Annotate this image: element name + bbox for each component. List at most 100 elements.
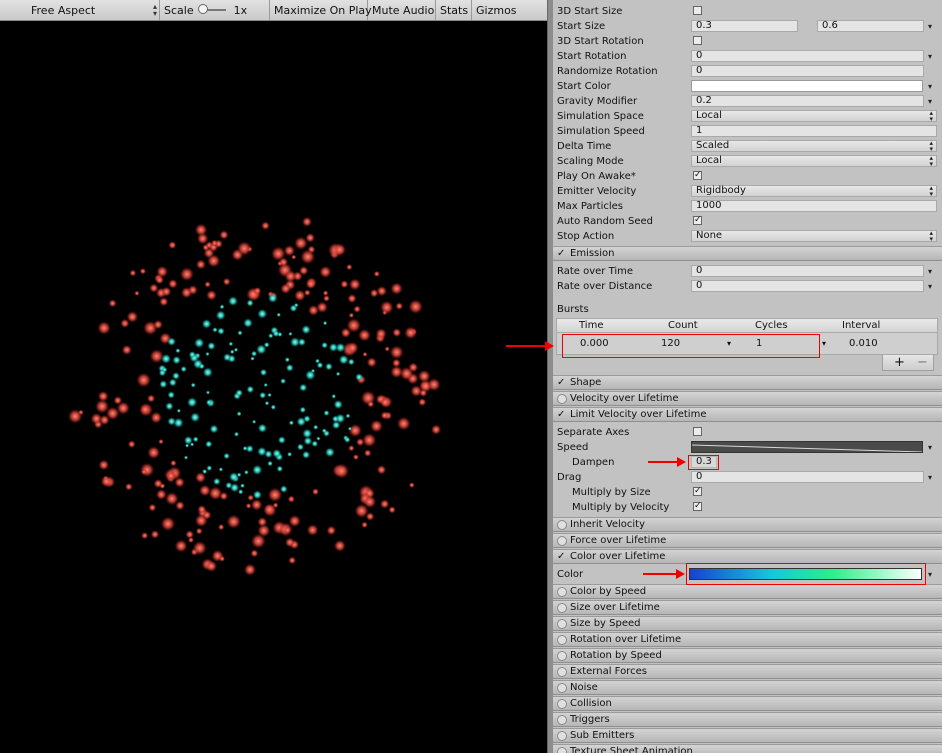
start-color-swatch[interactable] [691,80,923,92]
curve-mode-arrow-icon[interactable]: ▾ [928,264,932,279]
module-disabled-circle-icon[interactable] [557,520,567,530]
red-particle [120,318,130,328]
red-particle [150,530,160,539]
module-disabled-circle-icon[interactable] [557,536,567,546]
start-size-max-field[interactable]: 0.6 [817,20,924,32]
module-disabled-circle-icon[interactable] [557,603,567,613]
module-header-limit-velocity-over-lifetime[interactable]: ✓ Limit Velocity over Lifetime [553,407,942,422]
mute-audio-button[interactable]: Mute Audio [368,0,436,20]
separate-axes-checkbox[interactable] [693,427,702,436]
module-header-sub-emitters[interactable]: Sub Emitters [553,728,942,743]
curve-mode-arrow-icon[interactable]: ▾ [928,49,932,64]
cyan-particle [161,353,172,364]
red-particle [316,301,328,313]
scale-control[interactable]: Scale 1x [160,0,270,20]
rate-over-distance-field[interactable]: 0 [691,280,924,292]
module-disabled-circle-icon[interactable] [557,683,567,693]
module-enabled-check-icon[interactable]: ✓ [557,376,565,389]
module-disabled-circle-icon[interactable] [557,747,567,753]
delta-time-dropdown[interactable]: Scaled ▴ ▾ [691,140,937,153]
module-disabled-circle-icon[interactable] [557,394,567,404]
module-title: Sub Emitters [570,730,635,741]
module-disabled-circle-icon[interactable] [557,651,567,661]
module-disabled-circle-icon[interactable] [557,715,567,725]
start-rotation-3d-checkbox[interactable] [693,36,702,45]
cyan-particle [280,485,288,493]
gizmos-button[interactable]: Gizmos [472,0,518,20]
auto-random-seed-checkbox[interactable]: ✓ [693,216,702,225]
simulation-speed-field[interactable]: 1 [691,125,937,137]
slider-knob[interactable] [197,4,208,14]
start-size-min-field[interactable]: 0.3 [691,20,798,32]
multiply-by-velocity-checkbox[interactable]: ✓ [693,502,702,511]
module-header-triggers[interactable]: Triggers [553,712,942,727]
module-disabled-circle-icon[interactable] [557,731,567,741]
module-title: Shape [570,377,602,388]
module-header-noise[interactable]: Noise [553,680,942,695]
module-header-external-forces[interactable]: External Forces [553,664,942,679]
emitter-velocity-dropdown[interactable]: Rigidbody ▴ ▾ [691,185,937,198]
module-header-rotation-over-lifetime[interactable]: Rotation over Lifetime [553,632,942,647]
module-disabled-circle-icon[interactable] [557,667,567,677]
add-burst-button[interactable]: + [894,355,905,370]
module-header-color-by-speed[interactable]: Color by Speed [553,584,942,599]
module-header-color-over-lifetime[interactable]: ✓ Color over Lifetime [553,549,942,564]
module-header-texture-sheet-animation[interactable]: Texture Sheet Animation [553,744,942,753]
aspect-dropdown[interactable]: Free Aspect ▴ ▾ [0,0,160,20]
red-particle [366,357,377,368]
module-header-force-over-lifetime[interactable]: Force over Lifetime [553,533,942,548]
rate-over-time-field[interactable]: 0 [691,265,924,277]
cyan-particle [190,382,196,388]
module-header-shape[interactable]: ✓ Shape [553,375,942,390]
module-header-rotation-by-speed[interactable]: Rotation by Speed [553,648,942,663]
red-particle [97,321,111,335]
module-disabled-circle-icon[interactable] [557,699,567,709]
red-particle [263,503,276,516]
module-header-emission[interactable]: ✓ Emission [553,246,942,261]
play-on-awake-row: Play On Awake* ✓ [553,169,942,184]
module-enabled-check-icon[interactable]: ✓ [557,247,565,260]
stop-action-dropdown[interactable]: None ▴ ▾ [691,230,937,243]
color-mode-arrow-icon[interactable]: ▾ [928,79,932,94]
curve-mode-arrow-icon[interactable]: ▾ [928,19,932,34]
randomize-rotation-field[interactable]: 0 [691,65,924,77]
burst-interval-field[interactable]: 0.010 [849,333,878,354]
max-particles-field[interactable]: 1000 [691,200,937,212]
play-on-awake-checkbox[interactable]: ✓ [693,171,702,180]
multiply-by-size-checkbox[interactable]: ✓ [693,487,702,496]
drag-field[interactable]: 0 [691,471,924,483]
maximize-on-play-button[interactable]: Maximize On Play [270,0,372,20]
module-header-inherit-velocity[interactable]: Inherit Velocity [553,517,942,532]
module-header-velocity-over-lifetime[interactable]: Velocity over Lifetime [553,391,942,406]
curve-mode-arrow-icon[interactable]: ▾ [928,94,932,109]
module-disabled-circle-icon[interactable] [557,619,567,629]
module-header-size-over-lifetime[interactable]: Size over Lifetime [553,600,942,615]
red-particle [159,297,169,307]
red-particle [174,539,188,553]
red-particle [141,469,147,475]
scale-slider[interactable] [197,4,226,14]
module-header-size-by-speed[interactable]: Size by Speed [553,616,942,631]
module-header-collision[interactable]: Collision [553,696,942,711]
cycles-mode-arrow-icon[interactable]: ▾ [822,333,826,354]
red-particle [148,503,157,512]
scaling-mode-dropdown[interactable]: Local ▴ ▾ [691,155,937,168]
start-size-3d-checkbox[interactable] [693,6,702,15]
module-disabled-circle-icon[interactable] [557,635,567,645]
gravity-modifier-field[interactable]: 0.2 [691,95,924,107]
cyan-particle [301,325,311,335]
stats-button[interactable]: Stats [436,0,472,20]
module-enabled-check-icon[interactable]: ✓ [557,550,565,563]
curve-mode-arrow-icon[interactable]: ▾ [928,279,932,294]
curve-mode-arrow-icon[interactable]: ▾ [928,470,932,485]
red-particle [306,524,319,536]
curve-mode-arrow-icon[interactable]: ▾ [928,440,932,455]
simulation-space-dropdown[interactable]: Local ▴ ▾ [691,110,937,123]
red-particle [322,290,329,296]
gradient-mode-arrow-icon[interactable]: ▾ [928,567,932,582]
speed-curve-preview[interactable] [691,441,923,453]
module-enabled-check-icon[interactable]: ✓ [557,408,565,421]
module-disabled-circle-icon[interactable] [557,587,567,597]
start-rotation-field[interactable]: 0 [691,50,924,62]
remove-burst-button[interactable]: − [917,355,928,370]
